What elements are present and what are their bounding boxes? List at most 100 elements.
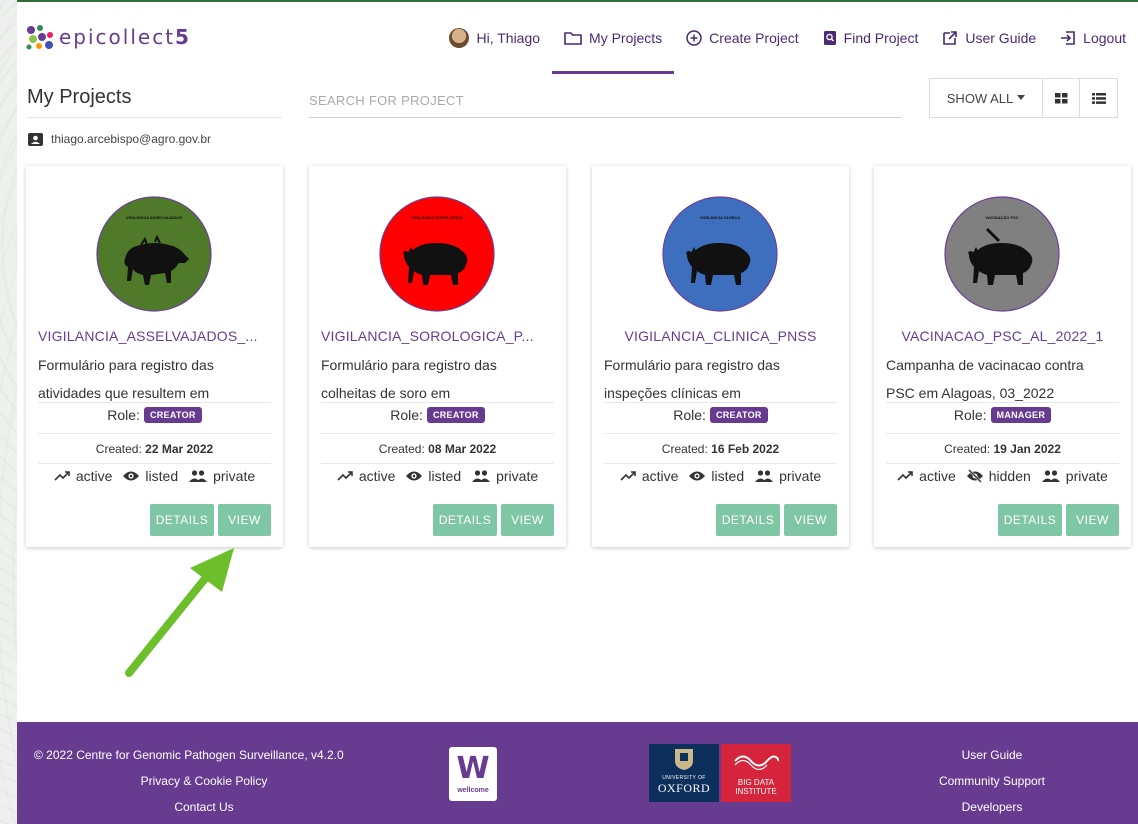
project-logo[interactable]: VIGILÂNCIA CLÍNICA xyxy=(661,195,779,313)
nav-user-guide[interactable]: User Guide xyxy=(930,2,1048,74)
footer-left: © 2022 Centre for Genomic Pathogen Surve… xyxy=(34,742,374,820)
status-label: active xyxy=(75,468,113,484)
nav-find-project[interactable]: Find Project xyxy=(811,2,931,74)
created-date: 22 Mar 2022 xyxy=(145,442,214,456)
project-description-line: Formulário para registro das xyxy=(604,357,780,373)
list-view-button[interactable] xyxy=(1080,79,1117,117)
project-description-line: inspeções clínicas em xyxy=(604,385,741,401)
show-all-label: SHOW ALL xyxy=(946,90,1014,106)
view-button[interactable]: VIEW xyxy=(784,504,837,536)
project-title[interactable]: VIGILANCIA_SOROLOGICA_P... xyxy=(321,328,554,344)
created-row: Created: 22 Mar 2022 xyxy=(26,442,283,456)
list-icon xyxy=(1091,92,1106,104)
footer-user-guide-link[interactable]: User Guide xyxy=(917,742,1067,768)
role-label: Role: xyxy=(390,407,423,423)
nav-label: Find Project xyxy=(843,30,919,46)
user-email-line: thiago.arcebispo@agro.gov.br xyxy=(28,132,211,146)
contact-link[interactable]: Contact Us xyxy=(34,794,374,820)
visibility-label: listed xyxy=(711,468,745,484)
view-button[interactable]: VIEW xyxy=(1066,504,1119,536)
wellcome-logo[interactable]: W wellcome xyxy=(449,747,497,801)
view-toolbar: SHOW ALL xyxy=(929,78,1118,118)
view-button[interactable]: VIEW xyxy=(218,504,271,536)
eye-icon xyxy=(123,471,140,481)
card-actions: DETAILS VIEW xyxy=(998,504,1119,536)
pig-icon: VIGILÂNCIA SOROLÓGICA xyxy=(379,196,495,312)
access-label: private xyxy=(496,468,539,484)
eye-slash-icon xyxy=(966,469,983,483)
project-card: VIGILÂNCIA ASSELVAJADOS VIGILANCIA_ASSEL… xyxy=(26,166,283,547)
footer: © 2022 Centre for Genomic Pathogen Surve… xyxy=(17,722,1138,824)
people-icon xyxy=(1041,470,1060,482)
project-title[interactable]: VIGILANCIA_ASSELVAJADOS_... xyxy=(38,328,271,344)
trending-up-icon xyxy=(337,471,353,481)
avatar xyxy=(449,28,470,48)
details-button[interactable]: DETAILS xyxy=(998,504,1062,536)
nav-logout[interactable]: Logout xyxy=(1048,2,1138,74)
pig-syringe-icon: VACINAÇÃO PSC xyxy=(944,196,1060,312)
nav-label: Create Project xyxy=(709,30,799,46)
status-private: private xyxy=(754,468,821,484)
visibility-label: listed xyxy=(145,468,179,484)
created-label: Created: xyxy=(661,442,708,456)
access-label: private xyxy=(779,468,822,484)
wellcome-text: wellcome xyxy=(457,787,489,794)
project-title[interactable]: VACINACAO_PSC_AL_2022_1 xyxy=(886,328,1119,344)
project-card: VACINAÇÃO PSC VACINACAO_PSC_AL_2022_1 Ca… xyxy=(874,166,1131,547)
project-description-line: Formulário para registro das xyxy=(38,357,214,373)
search-input[interactable] xyxy=(309,84,901,118)
role-row: Role: MANAGER xyxy=(874,407,1131,423)
grid-view-button[interactable] xyxy=(1043,79,1080,117)
page-title: My Projects xyxy=(27,86,132,108)
status-private: private xyxy=(471,468,538,484)
nav-my-projects[interactable]: My Projects xyxy=(552,2,675,74)
people-icon xyxy=(189,470,208,482)
project-description-line: Campanha de vacinacao contra xyxy=(886,357,1084,373)
card-actions: DETAILS VIEW xyxy=(433,504,554,536)
created-row: Created: 16 Feb 2022 xyxy=(592,442,849,456)
project-description-line: Formulário para registro das xyxy=(321,357,497,373)
wellcome-w-icon: W xyxy=(456,751,490,786)
view-button[interactable]: VIEW xyxy=(501,504,554,536)
divider xyxy=(604,433,837,434)
epicollect-logo[interactable]: epicollect5 xyxy=(25,24,191,50)
details-button[interactable]: DETAILS xyxy=(433,504,497,536)
project-logo[interactable]: VACINAÇÃO PSC xyxy=(943,195,1061,313)
project-description-line: atividades que resultem em xyxy=(38,385,210,401)
divider xyxy=(886,433,1119,434)
status-row: active listed private xyxy=(26,468,283,484)
status-label: active xyxy=(358,468,396,484)
role-label: Role: xyxy=(953,407,987,423)
details-button[interactable]: DETAILS xyxy=(150,504,214,536)
folder-icon xyxy=(564,32,582,45)
people-icon xyxy=(472,470,491,482)
big-data-institute-logo[interactable]: BIG DATA INSTITUTE xyxy=(721,744,791,802)
role-badge: CREATOR xyxy=(426,407,485,423)
divider xyxy=(886,463,1119,464)
top-navbar: epicollect5 Hi, Thiago My Projects Creat… xyxy=(17,0,1138,74)
nav-user-greeting[interactable]: Hi, Thiago xyxy=(437,2,552,74)
oxford-text: OXFORD xyxy=(657,781,711,795)
community-support-link[interactable]: Community Support xyxy=(917,768,1067,794)
privacy-link[interactable]: Privacy & Cookie Policy xyxy=(34,768,374,794)
caret-down-icon xyxy=(1017,95,1026,100)
show-all-dropdown[interactable]: SHOW ALL xyxy=(930,79,1043,117)
nav-create-project[interactable]: Create Project xyxy=(674,2,810,74)
trending-up-icon xyxy=(54,471,70,481)
developers-link[interactable]: Developers xyxy=(917,794,1067,820)
status-listed: listed xyxy=(405,468,461,484)
nav-label: Logout xyxy=(1083,30,1126,46)
created-label: Created: xyxy=(378,442,425,456)
role-row: Role: CREATOR xyxy=(592,407,849,423)
details-button[interactable]: DETAILS xyxy=(716,504,780,536)
project-title[interactable]: VIGILANCIA_CLINICA_PNSS xyxy=(604,328,837,344)
user-badge-icon xyxy=(28,132,43,146)
status-active: active xyxy=(897,468,956,484)
app-page: epicollect5 Hi, Thiago My Projects Creat… xyxy=(17,0,1138,824)
project-logo[interactable]: VIGILÂNCIA SOROLÓGICA xyxy=(378,195,496,313)
oxford-logo[interactable]: UNIVERSITY OF OXFORD xyxy=(649,744,719,802)
trending-up-icon xyxy=(620,471,636,481)
card-actions: DETAILS VIEW xyxy=(150,504,271,536)
project-logo[interactable]: VIGILÂNCIA ASSELVAJADOS xyxy=(95,195,213,313)
epicollect-logo-icon xyxy=(26,25,53,50)
